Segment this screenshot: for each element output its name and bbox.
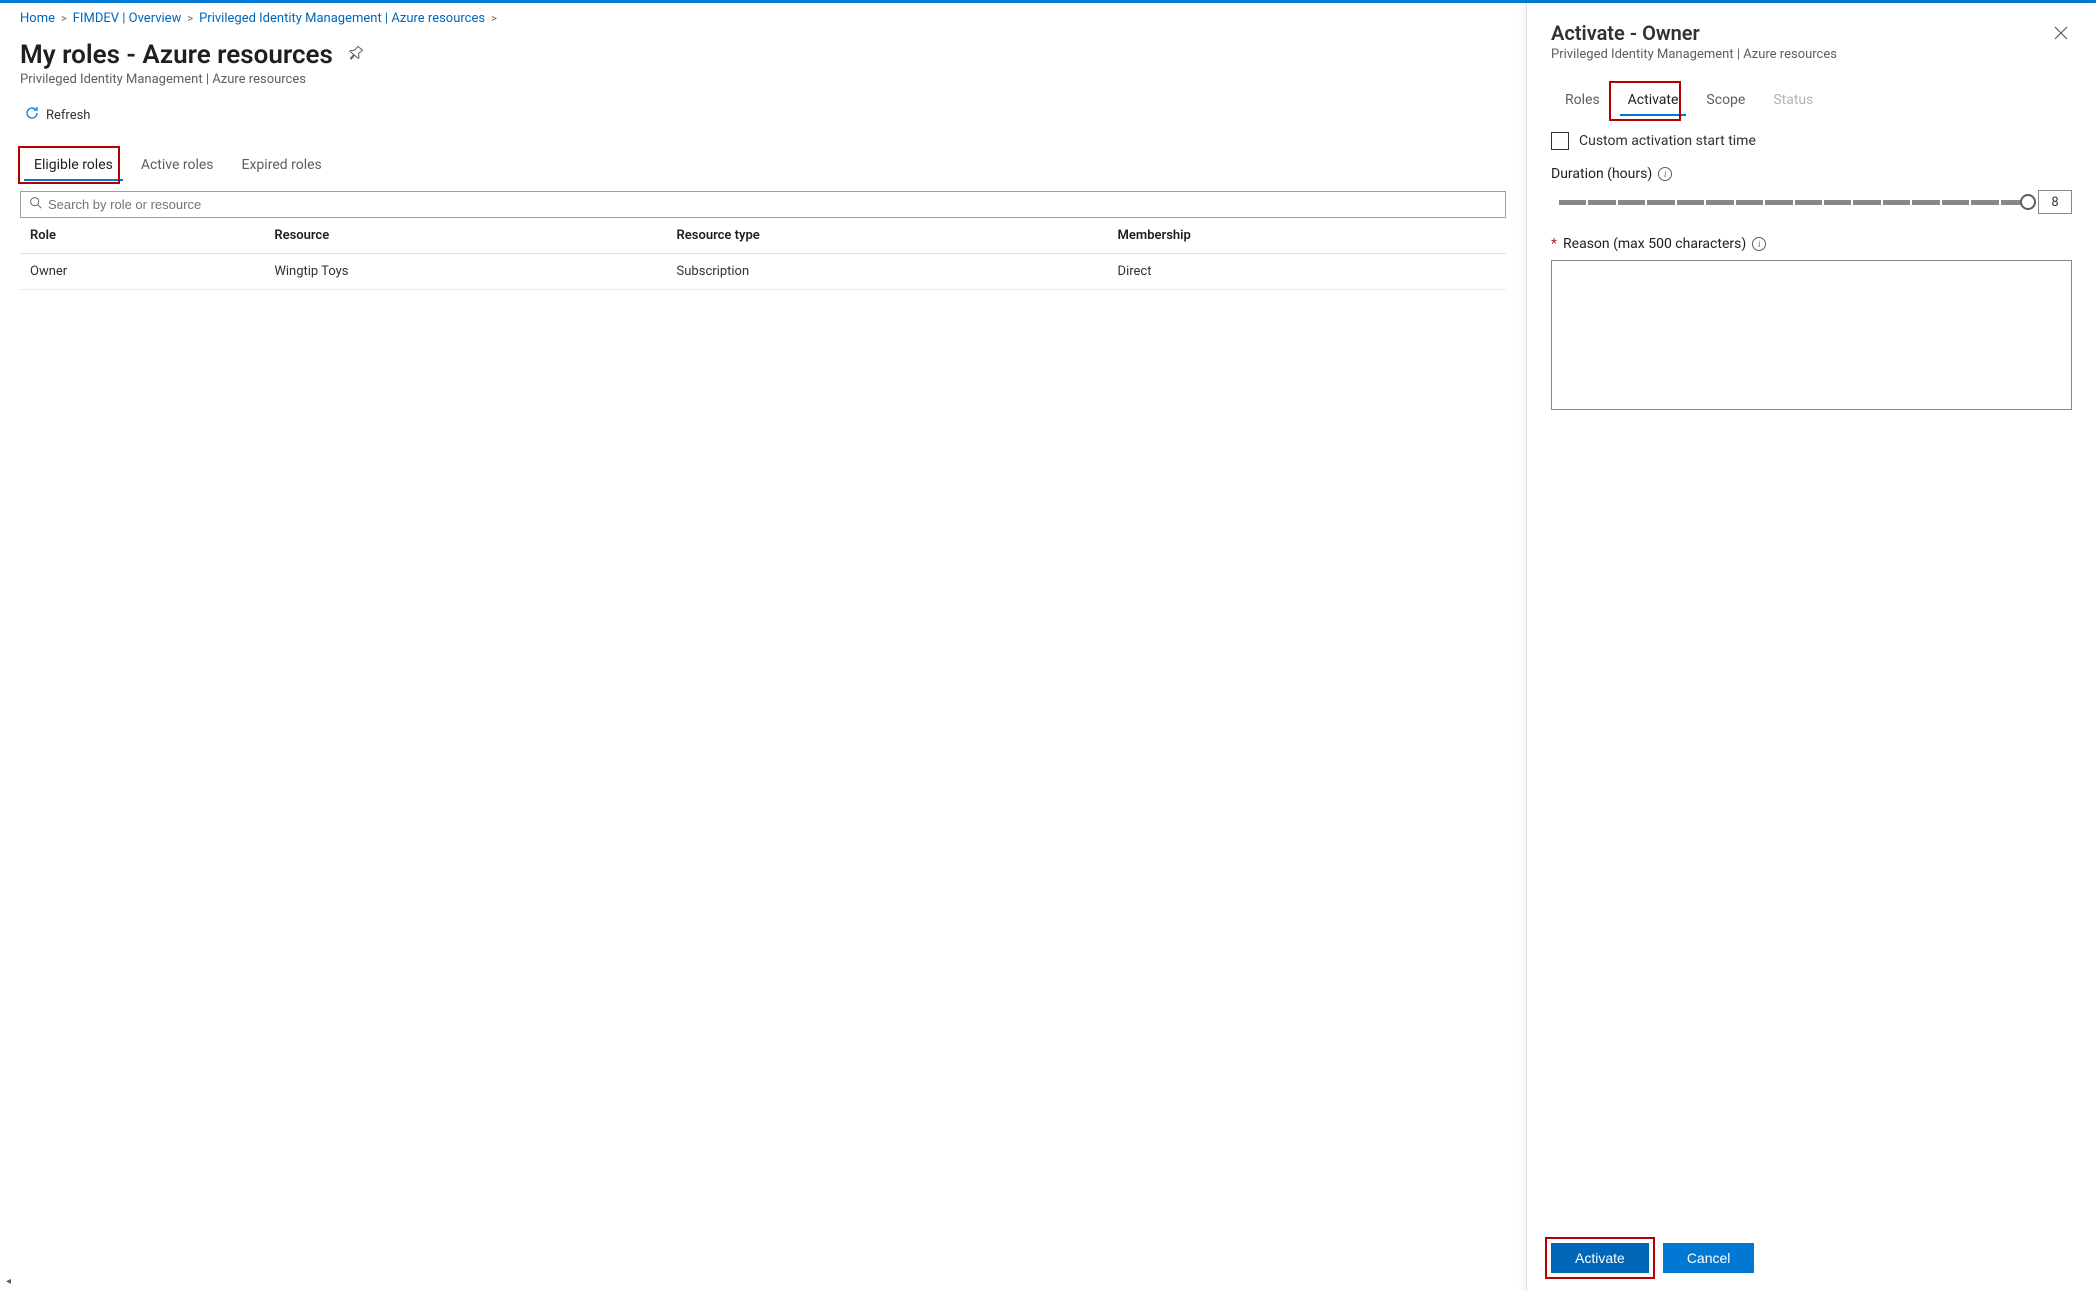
roles-table: Role Resource Resource type Membership O… xyxy=(20,218,1506,290)
info-icon[interactable]: i xyxy=(1658,167,1672,181)
chevron-right-icon: > xyxy=(491,12,497,25)
breadcrumb-link[interactable]: FIMDEV | Overview xyxy=(73,11,182,26)
col-membership[interactable]: Membership xyxy=(1108,218,1506,254)
panel-tabs: Roles Activate Scope Status xyxy=(1551,84,2072,118)
panel-tab-activate[interactable]: Activate xyxy=(1614,84,1693,118)
panel-tab-status: Status xyxy=(1759,84,1827,118)
activate-panel: Activate - Owner Privileged Identity Man… xyxy=(1526,3,2096,1291)
duration-slider[interactable]: 8 xyxy=(1551,190,2072,214)
reason-label: Reason (max 500 characters) xyxy=(1563,236,1746,252)
cell-resource-type: Subscription xyxy=(667,254,1108,290)
reason-textarea[interactable] xyxy=(1551,260,2072,410)
slider-segment xyxy=(1795,200,1822,205)
cell-role: Owner xyxy=(20,254,264,290)
page-subtitle: Privileged Identity Management | Azure r… xyxy=(20,72,1506,87)
slider-segment xyxy=(1736,200,1763,205)
cell-resource: Wingtip Toys xyxy=(264,254,666,290)
col-resource-type[interactable]: Resource type xyxy=(667,218,1108,254)
slider-segment xyxy=(1765,200,1792,205)
table-header-row: Role Resource Resource type Membership xyxy=(20,218,1506,254)
page-title: My roles - Azure resources xyxy=(20,40,333,70)
tab-active-roles[interactable]: Active roles xyxy=(127,149,228,183)
cell-membership: Direct xyxy=(1108,254,1506,290)
cancel-button[interactable]: Cancel xyxy=(1663,1243,1755,1273)
duration-value[interactable]: 8 xyxy=(2038,190,2072,214)
panel-title: Activate - Owner xyxy=(1551,21,1837,45)
col-role[interactable]: Role xyxy=(20,218,264,254)
col-resource[interactable]: Resource xyxy=(264,218,666,254)
breadcrumb: Home > FIMDEV | Overview > Privileged Id… xyxy=(20,11,1506,26)
close-icon xyxy=(2054,25,2068,44)
slider-segment xyxy=(1559,200,1586,205)
slider-segment xyxy=(1677,200,1704,205)
breadcrumb-link[interactable]: Privileged Identity Management | Azure r… xyxy=(199,11,485,26)
custom-start-checkbox[interactable] xyxy=(1551,132,1569,150)
info-icon[interactable]: i xyxy=(1752,237,1766,251)
table-row[interactable]: Owner Wingtip Toys Subscription Direct xyxy=(20,254,1506,290)
refresh-button[interactable]: Refresh xyxy=(20,101,94,129)
slider-thumb[interactable] xyxy=(2020,194,2036,210)
close-button[interactable] xyxy=(2050,21,2072,48)
tab-eligible-roles[interactable]: Eligible roles xyxy=(20,149,127,183)
refresh-label: Refresh xyxy=(46,108,90,123)
chevron-right-icon: > xyxy=(187,12,193,25)
scroll-left-icon[interactable]: ◂ xyxy=(6,1276,11,1287)
breadcrumb-link[interactable]: Home xyxy=(20,11,55,26)
slider-segment xyxy=(1618,200,1645,205)
custom-start-label: Custom activation start time xyxy=(1579,133,1756,149)
required-indicator: * xyxy=(1551,236,1557,252)
tabs: Eligible roles Active roles Expired role… xyxy=(20,149,1506,183)
slider-segment xyxy=(1912,200,1939,205)
refresh-icon xyxy=(24,105,40,125)
pin-icon[interactable] xyxy=(347,45,363,65)
search-icon xyxy=(29,196,42,213)
panel-tab-roles[interactable]: Roles xyxy=(1551,84,1614,118)
duration-label: Duration (hours) xyxy=(1551,166,1652,182)
search-input-wrap[interactable] xyxy=(20,191,1506,218)
slider-segment xyxy=(1971,200,1998,205)
main-content: Home > FIMDEV | Overview > Privileged Id… xyxy=(0,3,1526,1291)
slider-segment xyxy=(1588,200,1615,205)
slider-track[interactable] xyxy=(1559,200,2028,205)
activate-button[interactable]: Activate xyxy=(1551,1243,1649,1273)
slider-segment xyxy=(1942,200,1969,205)
chevron-right-icon: > xyxy=(61,12,67,25)
slider-segment xyxy=(1706,200,1733,205)
toolbar: Refresh xyxy=(20,101,1506,129)
panel-subtitle: Privileged Identity Management | Azure r… xyxy=(1551,47,1837,62)
panel-tab-scope[interactable]: Scope xyxy=(1692,84,1759,118)
tab-expired-roles[interactable]: Expired roles xyxy=(228,149,336,183)
slider-segment xyxy=(1647,200,1674,205)
search-input[interactable] xyxy=(48,197,1497,212)
slider-segment xyxy=(1853,200,1880,205)
slider-segment xyxy=(1883,200,1910,205)
slider-segment xyxy=(1824,200,1851,205)
